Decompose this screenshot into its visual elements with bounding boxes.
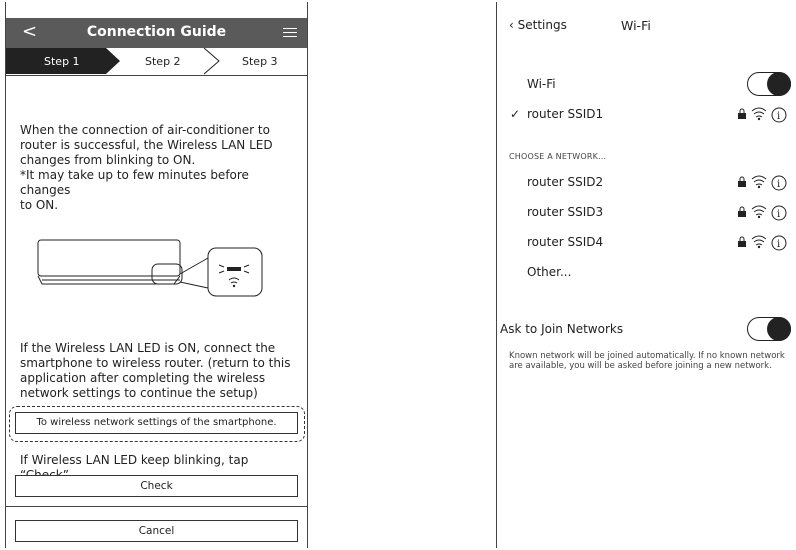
network-name: router SSID4 [527,235,604,249]
connect-instructions: If the Wireless LAN LED is ON, connect t… [20,341,291,400]
step-3: Step 3 [242,55,278,68]
ask-join-toggle[interactable] [747,317,791,341]
info-icon: i [771,235,787,251]
lock-icon [738,108,746,119]
wifi-settings-screen: ‹ Settings Wi-Fi Wi-Fi ✓ router SSID1 i … [496,2,796,548]
wifi-led-icon [207,247,263,297]
step-progress: Step 1 Step 2 Step 3 [6,48,307,75]
checkmark-icon: ✓ [510,107,521,121]
cancel-button[interactable]: Cancel [15,520,298,542]
wifi-signal-icon [751,107,767,121]
wifi-signal-icon [751,175,767,189]
network-status-icons: i [738,175,787,191]
network-row[interactable]: router SSID3 i [497,203,796,223]
check-button[interactable]: Check [15,475,298,497]
wifi-signal-icon [751,235,767,249]
network-status-icons: i [738,205,787,221]
network-name: router SSID2 [527,175,604,189]
air-conditioner-illustration [37,239,263,297]
svg-text:i: i [777,111,780,122]
svg-text:i: i [777,209,780,220]
network-status-icons: i [738,235,787,251]
guide-header: < Connection Guide [6,18,307,48]
settings-back-link[interactable]: ‹ Settings [509,18,567,32]
network-name: router SSID3 [527,205,604,219]
air-conditioner-icon [37,239,209,289]
svg-text:i: i [777,239,780,250]
divider [6,75,307,76]
lock-icon [738,236,746,247]
connected-network-row[interactable]: ✓ router SSID1 i [497,105,796,125]
other-label: Other... [527,265,572,279]
other-network-row[interactable]: Other... [497,263,796,283]
network-row[interactable]: router SSID4 i [497,233,796,253]
guide-title: Connection Guide [86,24,227,40]
connected-network-name: router SSID1 [527,107,604,121]
wifi-page-title: Wi-Fi [621,18,651,33]
step-2: Step 2 [145,55,181,68]
info-icon: i [771,205,787,221]
wifi-settings-button[interactable]: To wireless network settings of the smar… [15,412,298,434]
info-icon: i [771,175,787,191]
wifi-label: Wi-Fi [527,77,556,91]
hamburger-menu-icon[interactable] [283,28,297,40]
lock-icon [738,206,746,217]
svg-text:i: i [777,179,780,190]
network-status-icons: i [738,107,787,123]
choose-network-header: CHOOSE A NETWORK... [509,152,607,161]
chevron-left-icon: ‹ [509,18,514,32]
lock-icon [738,176,746,187]
step-1: Step 1 [44,55,80,68]
ask-join-label: Ask to Join Networks [500,322,624,336]
ask-join-description: Known network will be joined automatical… [509,351,785,371]
wifi-signal-icon [751,205,767,219]
back-label: Settings [517,18,567,32]
wifi-toggle[interactable] [747,72,791,96]
connection-guide-screen: < Connection Guide Step 1 Step 2 Step 3 … [5,2,308,548]
intro-text: When the connection of air-conditioner t… [20,123,273,212]
network-row[interactable]: router SSID2 i [497,173,796,193]
divider [6,506,307,507]
info-icon: i [771,107,787,123]
